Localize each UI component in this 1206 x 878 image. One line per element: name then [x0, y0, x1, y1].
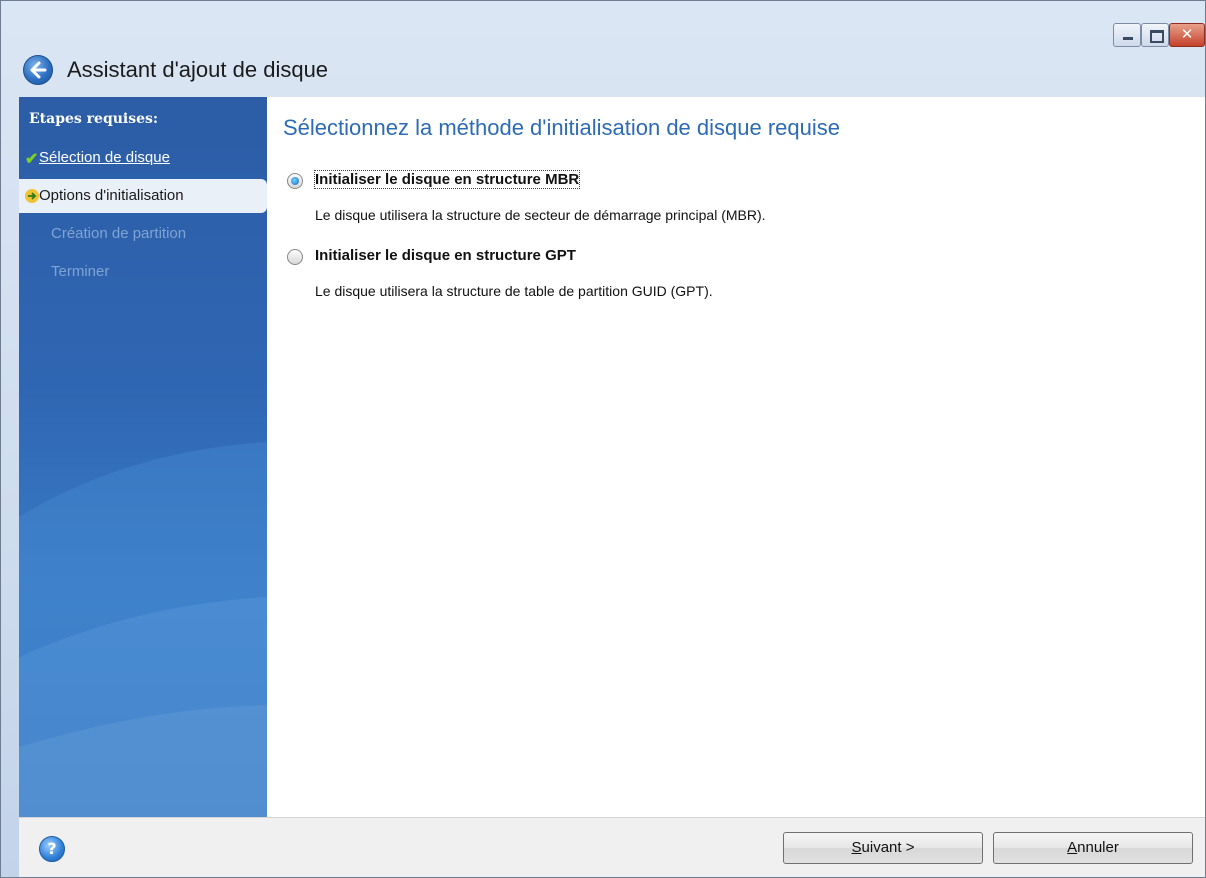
- help-icon[interactable]: ?: [39, 836, 65, 862]
- mbr-radio[interactable]: [287, 173, 303, 189]
- next-label: uivant >: [861, 839, 915, 856]
- page-title: Sélectionnez la méthode d'initialisation…: [283, 115, 841, 140]
- steps-heading: Etapes requises:: [29, 111, 159, 127]
- back-button[interactable]: [23, 55, 53, 85]
- sidebar-item-label: Options d'initialisation: [39, 187, 184, 204]
- back-arrow-icon: [30, 61, 47, 79]
- cancel-button[interactable]: Annuler: [993, 832, 1193, 864]
- option-gpt[interactable]: Initialiser le disque en structure GPT L…: [287, 247, 1167, 307]
- close-icon: ✕: [1180, 25, 1194, 43]
- next-button[interactable]: Suivant >: [783, 832, 983, 864]
- mbr-radio-label[interactable]: Initialiser le disque en structure MBR: [313, 170, 581, 189]
- wizard-window: Assistant d'ajout de disque ✕ Etapes req…: [0, 0, 1206, 878]
- sidebar-item-disk-selection[interactable]: ✔ Sélection de disque: [19, 145, 267, 179]
- main-panel: Sélectionnez la méthode d'initialisation…: [267, 97, 1205, 817]
- footer-bar: ? Suivant > Annuler: [19, 817, 1205, 877]
- title-bar: Assistant d'ajout de disque ✕: [1, 1, 1205, 97]
- steps-sidebar: Etapes requises: ✔ Sélection de disque O…: [19, 97, 267, 817]
- sidebar-item-label: Terminer: [51, 263, 110, 280]
- close-button[interactable]: ✕: [1169, 23, 1205, 47]
- sidebar-item-finish: Terminer: [19, 257, 267, 291]
- arrow-right-icon: [25, 189, 39, 203]
- cancel-label: nnuler: [1077, 839, 1119, 856]
- mbr-description: Le disque utilisera la structure de sect…: [315, 207, 766, 223]
- window-title: Assistant d'ajout de disque: [67, 57, 329, 82]
- cancel-mnemonic: A: [1067, 839, 1078, 856]
- next-mnemonic: S: [851, 839, 862, 856]
- sidebar-item-init-options: Options d'initialisation: [19, 179, 267, 213]
- option-mbr[interactable]: Initialiser le disque en structure MBR L…: [287, 170, 1167, 231]
- gpt-radio-label[interactable]: Initialiser le disque en structure GPT: [315, 247, 576, 264]
- sidebar-item-label: Sélection de disque: [39, 149, 170, 166]
- maximize-button[interactable]: [1141, 23, 1169, 47]
- gpt-radio[interactable]: [287, 249, 303, 265]
- sidebar-item-partition-creation: Création de partition: [19, 219, 267, 253]
- minimize-button[interactable]: [1113, 23, 1141, 47]
- gpt-description: Le disque utilisera la structure de tabl…: [315, 283, 713, 299]
- sidebar-item-label: Création de partition: [51, 225, 187, 242]
- check-icon: ✔: [25, 151, 39, 168]
